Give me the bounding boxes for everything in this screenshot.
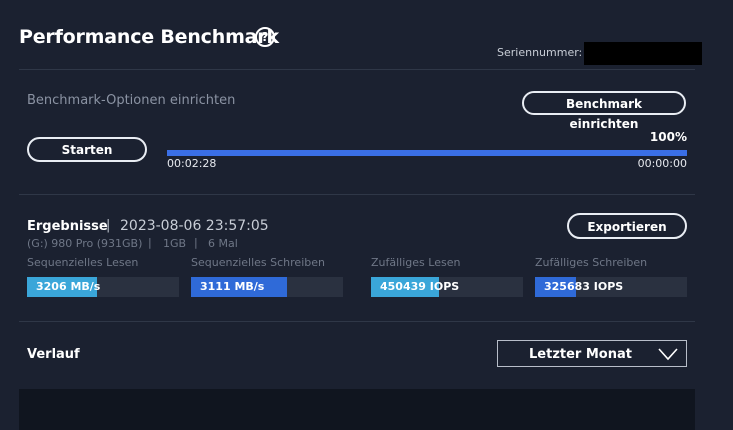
metric-label-rand-write: Zufälliges Schreiben xyxy=(535,256,648,269)
meta-separator: | xyxy=(148,236,152,249)
help-icon[interactable]: ? xyxy=(255,27,275,47)
history-title: Verlauf xyxy=(27,347,80,362)
metric-value: 3111 MB/s xyxy=(200,280,265,293)
metric-label-seq-write: Sequenzielles Schreiben xyxy=(191,256,325,269)
metric-bar-rand-write: 325683 IOPS xyxy=(535,277,687,297)
serial-number-redacted xyxy=(584,42,702,65)
dropdown-selected-value: Letzter Monat xyxy=(529,347,632,362)
meta-separator: | xyxy=(194,236,198,249)
test-size: 1GB xyxy=(163,237,187,250)
metric-bar-seq-read: 3206 MB/s xyxy=(27,277,179,297)
divider xyxy=(19,321,695,322)
serial-number-label: Seriennummer: xyxy=(497,46,583,59)
results-date: 2023-08-06 23:57:05 xyxy=(120,218,269,234)
time-range-dropdown[interactable]: Letzter Monat xyxy=(497,340,687,367)
page-title: Performance Benchmark xyxy=(19,26,279,48)
metric-bar-seq-write: 3111 MB/s xyxy=(191,277,343,297)
setup-benchmark-button[interactable]: Benchmark einrichten xyxy=(522,91,686,131)
run-count: 6 Mal xyxy=(208,237,238,250)
drive-info: (G:) 980 Pro (931GB) xyxy=(27,237,143,250)
metric-value: 325683 IOPS xyxy=(544,280,624,293)
metric-bar-rand-read: 450439 IOPS xyxy=(371,277,523,297)
divider xyxy=(19,194,695,195)
results-separator: | xyxy=(106,218,111,233)
divider xyxy=(19,69,695,70)
metric-value: 450439 IOPS xyxy=(380,280,460,293)
elapsed-time: 00:02:28 xyxy=(167,157,217,170)
export-button[interactable]: Exportieren xyxy=(567,213,687,239)
progress-bar xyxy=(167,150,687,156)
metric-value: 3206 MB/s xyxy=(36,280,101,293)
progress-fill xyxy=(167,150,687,156)
history-chart-area xyxy=(19,389,695,430)
progress-percent: 100% xyxy=(649,130,687,144)
start-button[interactable]: Starten xyxy=(27,137,147,162)
chevron-down-icon xyxy=(658,348,678,361)
setup-label: Benchmark-Optionen einrichten xyxy=(27,93,236,108)
results-title: Ergebnisse xyxy=(27,219,108,234)
metric-label-seq-read: Sequenzielles Lesen xyxy=(27,256,139,269)
remaining-time: 00:00:00 xyxy=(637,157,687,170)
metric-label-rand-read: Zufälliges Lesen xyxy=(371,256,461,269)
